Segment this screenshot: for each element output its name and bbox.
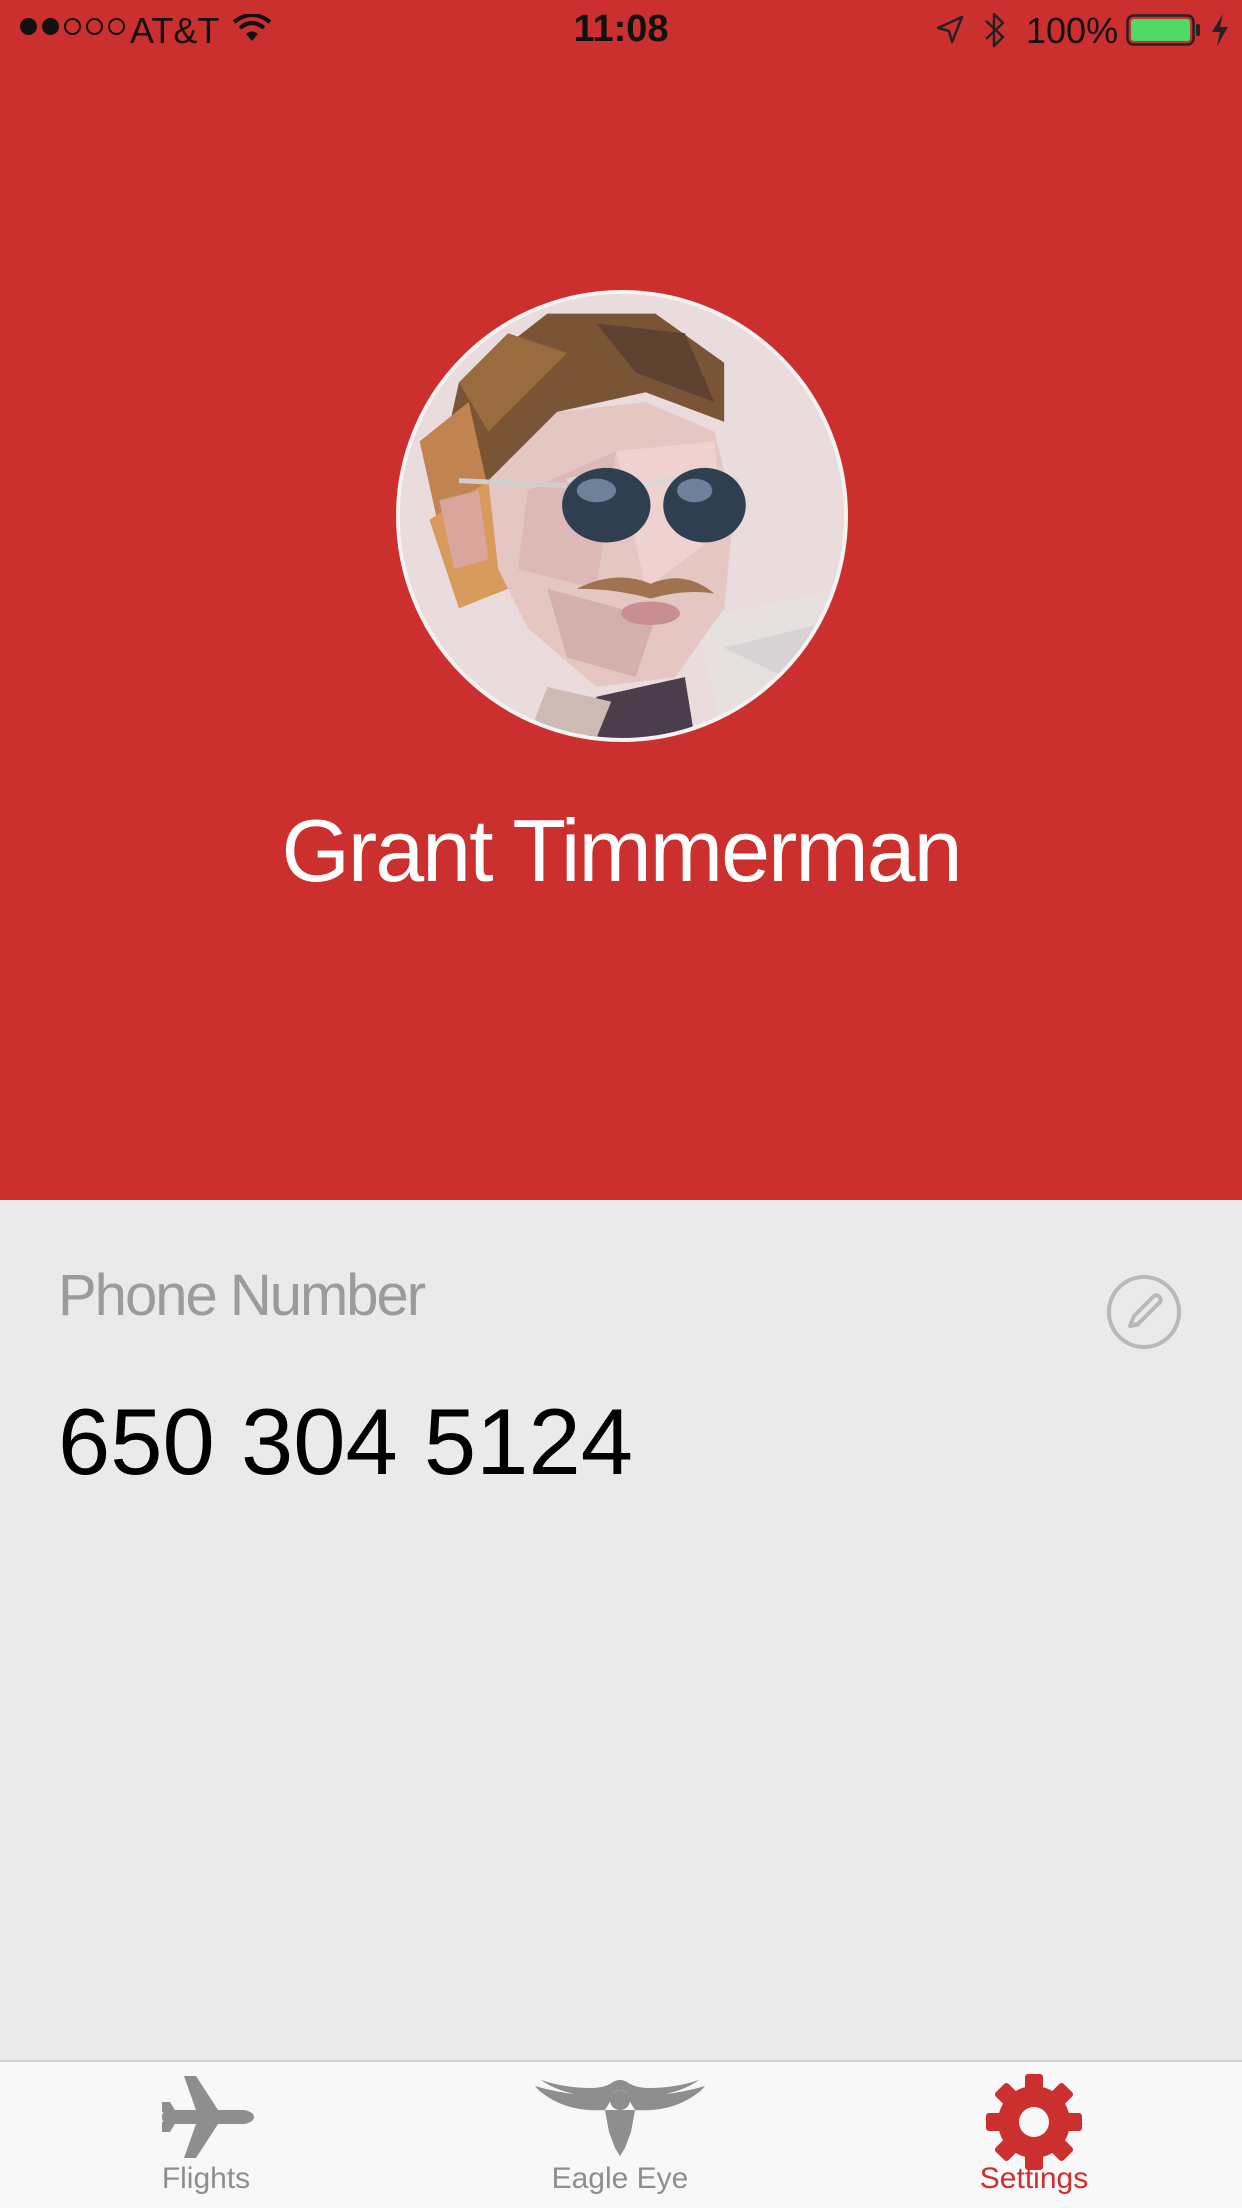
tab-eagle-eye[interactable]: Eagle Eye bbox=[500, 2062, 740, 2208]
phone-number-label: Phone Number bbox=[58, 1263, 426, 1328]
tab-bar: Flights Eagle Eye Settings bbox=[0, 2060, 1242, 2208]
profile-avatar[interactable] bbox=[396, 290, 848, 742]
battery-percentage: 100% bbox=[1026, 10, 1119, 51]
phone-number-value: 650 304 5124 bbox=[58, 1389, 634, 1494]
tab-label: Eagle Eye bbox=[551, 2162, 689, 2195]
location-arrow-icon bbox=[936, 15, 964, 44]
profile-photo bbox=[400, 294, 844, 738]
edit-phone-icon[interactable] bbox=[1104, 1272, 1184, 1352]
tab-flights[interactable]: Flights bbox=[86, 2062, 326, 2208]
tab-label: Flights bbox=[161, 2162, 251, 2195]
eagle-icon bbox=[535, 2080, 705, 2156]
airplane-icon bbox=[162, 2076, 254, 2158]
gear-icon bbox=[986, 2074, 1082, 2170]
charging-bolt-icon bbox=[1212, 14, 1228, 46]
profile-header: AT&T 11:08 100% Grant Timmerman bbox=[0, 0, 1242, 1200]
bluetooth-icon bbox=[985, 12, 1005, 48]
settings-screen: AT&T 11:08 100% Grant Timmerman Phone Nu… bbox=[0, 0, 1242, 2208]
status-bar: AT&T 11:08 100% bbox=[0, 0, 1242, 60]
battery-icon bbox=[1126, 14, 1200, 46]
user-name: Grant Timmerman bbox=[281, 801, 962, 900]
tab-label: Settings bbox=[979, 2162, 1089, 2195]
tab-settings[interactable]: Settings bbox=[914, 2062, 1154, 2208]
